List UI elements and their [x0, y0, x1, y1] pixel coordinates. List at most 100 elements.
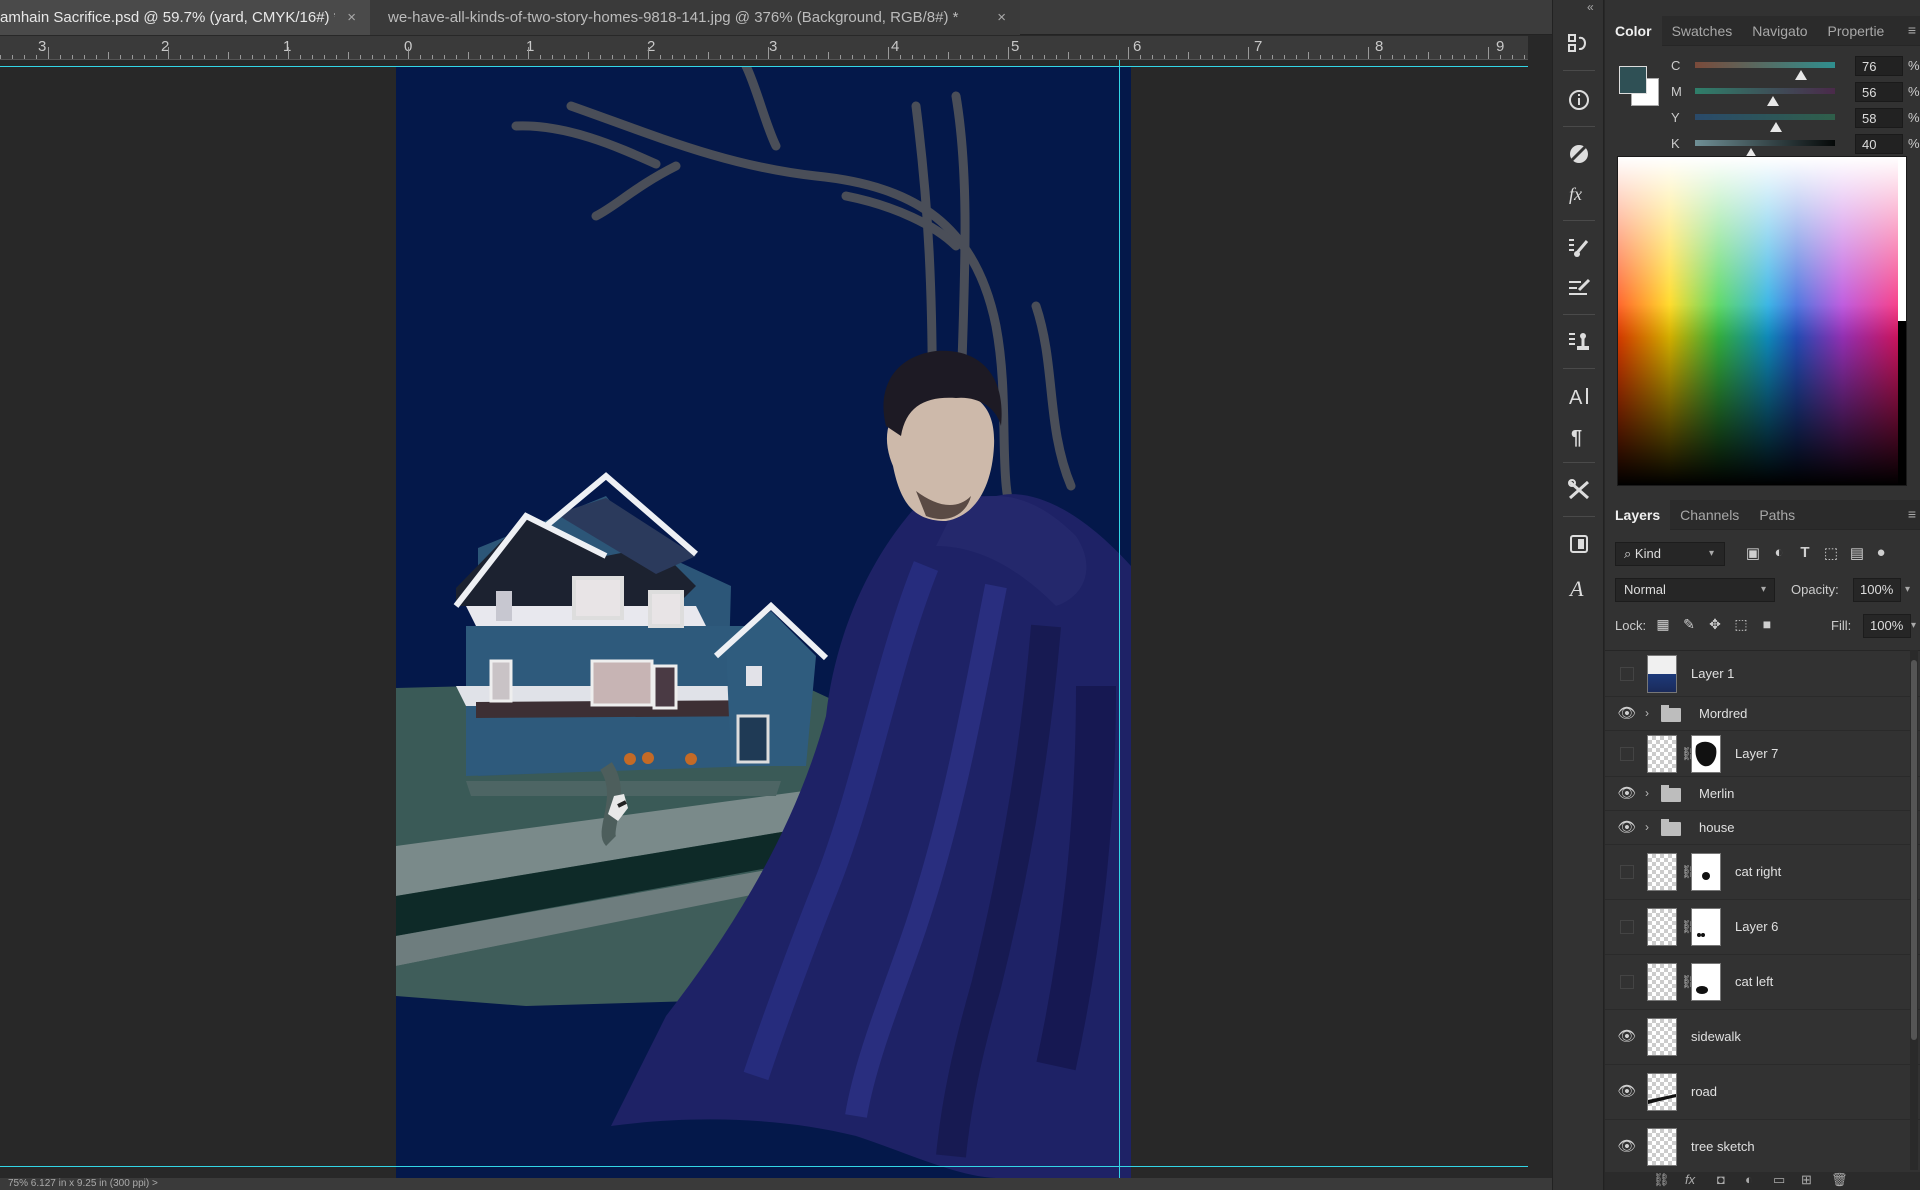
tab-channels[interactable]: Channels — [1670, 500, 1749, 530]
glyphs-icon[interactable]: A — [1563, 572, 1595, 604]
yellow-slider[interactable] — [1695, 114, 1835, 132]
eye-icon[interactable]: 👁 — [1617, 1027, 1637, 1047]
document-tab-homes[interactable]: we-have-all-kinds-of-two-story-homes-981… — [370, 0, 1020, 35]
layer-row[interactable]: ⛓ cat left — [1605, 955, 1920, 1010]
brush-settings-icon[interactable] — [1563, 232, 1595, 264]
close-icon[interactable]: × — [997, 9, 1006, 26]
tab-color[interactable]: Color — [1605, 15, 1662, 46]
new-group-icon[interactable]: ▭ — [1773, 1172, 1785, 1188]
foreground-color-swatch[interactable] — [1619, 66, 1647, 94]
layer-mask-thumbnail[interactable] — [1691, 963, 1721, 1001]
info-icon[interactable] — [1563, 84, 1595, 116]
layer-name[interactable]: Mordred — [1699, 706, 1747, 721]
tab-layers[interactable]: Layers — [1605, 499, 1671, 530]
yellow-value-input[interactable]: 58 — [1855, 108, 1903, 128]
layers-scrollbar[interactable] — [1910, 650, 1918, 1170]
layer-name[interactable]: Layer 1 — [1691, 666, 1734, 681]
eye-icon[interactable]: 👁 — [1617, 1082, 1637, 1102]
adjustments-icon[interactable] — [1563, 138, 1595, 170]
layer-group-row[interactable]: 👁 › Mordred — [1605, 697, 1920, 731]
layer-mask-thumbnail[interactable] — [1691, 908, 1721, 946]
layer-name[interactable]: tree sketch — [1691, 1139, 1755, 1154]
type-filter-icon[interactable]: T — [1795, 544, 1815, 564]
libraries-icon[interactable] — [1563, 528, 1595, 560]
layer-row[interactable]: ⛓ Layer 7 — [1605, 731, 1920, 777]
layer-group-row[interactable]: 👁 › house — [1605, 811, 1920, 845]
layer-group-row[interactable]: 👁 › Merlin — [1605, 777, 1920, 811]
fill-input[interactable]: 100% — [1863, 614, 1911, 638]
lock-all-icon[interactable]: ■ — [1757, 616, 1777, 636]
panel-menu-icon[interactable]: ≡ — [1908, 506, 1916, 522]
cyan-slider[interactable] — [1695, 62, 1835, 80]
cyan-slider-thumb[interactable] — [1795, 70, 1808, 80]
smart-object-filter-icon[interactable]: ▤ — [1847, 544, 1867, 564]
brush-presets-icon[interactable] — [1563, 272, 1595, 304]
paragraph-icon[interactable]: ¶ — [1563, 420, 1595, 452]
chevron-right-icon[interactable]: › — [1645, 820, 1649, 834]
guide-horizontal[interactable] — [0, 66, 1528, 67]
scrollbar-thumb[interactable] — [1911, 660, 1917, 1040]
guide-horizontal[interactable] — [0, 1166, 1528, 1167]
fx-icon[interactable]: fx — [1685, 1172, 1695, 1187]
color-spectrum[interactable] — [1617, 156, 1907, 486]
lock-image-icon[interactable]: ✎ — [1679, 616, 1699, 636]
shape-filter-icon[interactable]: ⬚ — [1821, 544, 1841, 564]
new-layer-icon[interactable]: ⊞ — [1801, 1172, 1812, 1188]
tab-swatches[interactable]: Swatches — [1662, 16, 1743, 46]
canvas-workspace[interactable] — [0, 60, 1528, 1178]
black-value-input[interactable]: 40 — [1855, 134, 1903, 154]
layer-row[interactable]: 👁 road — [1605, 1065, 1920, 1120]
horizontal-ruler[interactable]: 3 2 1 0 1 2 3 4 5 6 7 8 9 — [0, 36, 1528, 60]
adjustment-filter-icon[interactable]: ◐ — [1769, 544, 1789, 564]
black-white-strip[interactable] — [1898, 157, 1906, 485]
eye-icon[interactable]: 👁 — [1617, 818, 1637, 838]
panel-menu-icon[interactable]: ≡ — [1908, 22, 1916, 38]
layer-name[interactable]: house — [1699, 820, 1734, 835]
add-mask-icon[interactable]: ◘ — [1717, 1172, 1725, 1187]
clone-source-icon[interactable] — [1563, 326, 1595, 358]
tab-paths[interactable]: Paths — [1749, 500, 1805, 530]
lock-transparent-icon[interactable]: ▦ — [1653, 616, 1673, 636]
fx-styles-icon[interactable]: fx — [1563, 178, 1595, 210]
eye-icon[interactable]: 👁 — [1617, 784, 1637, 804]
magenta-slider[interactable] — [1695, 88, 1835, 106]
tab-navigator[interactable]: Navigato — [1742, 16, 1817, 46]
layer-mask-thumbnail[interactable] — [1691, 853, 1721, 891]
link-layers-icon[interactable]: ⛓ — [1653, 1172, 1670, 1188]
tab-properties[interactable]: Propertie — [1818, 16, 1895, 46]
history-icon[interactable] — [1563, 28, 1595, 60]
layer-row[interactable]: ⛓ cat right — [1605, 845, 1920, 900]
opacity-input[interactable]: 100% — [1853, 578, 1901, 602]
character-icon[interactable]: A — [1563, 380, 1595, 412]
layer-name[interactable]: cat left — [1735, 974, 1773, 989]
layer-row[interactable]: Layer 1 — [1605, 651, 1920, 697]
lock-position-icon[interactable]: ✥ — [1705, 616, 1725, 636]
layer-name[interactable]: Layer 7 — [1735, 746, 1778, 761]
cyan-value-input[interactable]: 76 — [1855, 56, 1903, 76]
tool-presets-icon[interactable] — [1563, 474, 1595, 506]
adjustment-layer-icon[interactable]: ◐ — [1745, 1172, 1753, 1187]
blend-mode-select[interactable]: Normal — [1615, 578, 1775, 602]
magenta-slider-thumb[interactable] — [1767, 96, 1780, 106]
document-tab-samhain[interactable]: amhain Sacrifice.psd @ 59.7% (yard, CMYK… — [0, 0, 370, 35]
visibility-toggle[interactable] — [1620, 865, 1634, 879]
layer-name[interactable]: Layer 6 — [1735, 919, 1778, 934]
visibility-toggle[interactable] — [1620, 747, 1634, 761]
visibility-toggle[interactable] — [1620, 920, 1634, 934]
filter-toggle-icon[interactable]: ● — [1871, 544, 1891, 564]
layer-row[interactable]: ⛓ Layer 6 — [1605, 900, 1920, 955]
lock-artboard-icon[interactable]: ⬚ — [1731, 616, 1751, 636]
layer-row[interactable]: 👁 sidewalk — [1605, 1010, 1920, 1065]
layer-mask-thumbnail[interactable] — [1691, 735, 1721, 773]
visibility-toggle[interactable] — [1620, 667, 1634, 681]
layer-name[interactable]: road — [1691, 1084, 1717, 1099]
layer-row[interactable]: 👁 tree sketch — [1605, 1120, 1920, 1170]
chevron-down-icon[interactable]: ▾ — [1911, 620, 1916, 631]
eye-icon[interactable]: 👁 — [1617, 704, 1637, 724]
document-canvas[interactable] — [396, 66, 1131, 1178]
black-slider[interactable] — [1695, 140, 1835, 158]
visibility-toggle[interactable] — [1620, 975, 1634, 989]
layer-name[interactable]: Merlin — [1699, 786, 1734, 801]
chevron-right-icon[interactable]: › — [1645, 786, 1649, 800]
chevron-down-icon[interactable]: ▾ — [1905, 584, 1910, 595]
